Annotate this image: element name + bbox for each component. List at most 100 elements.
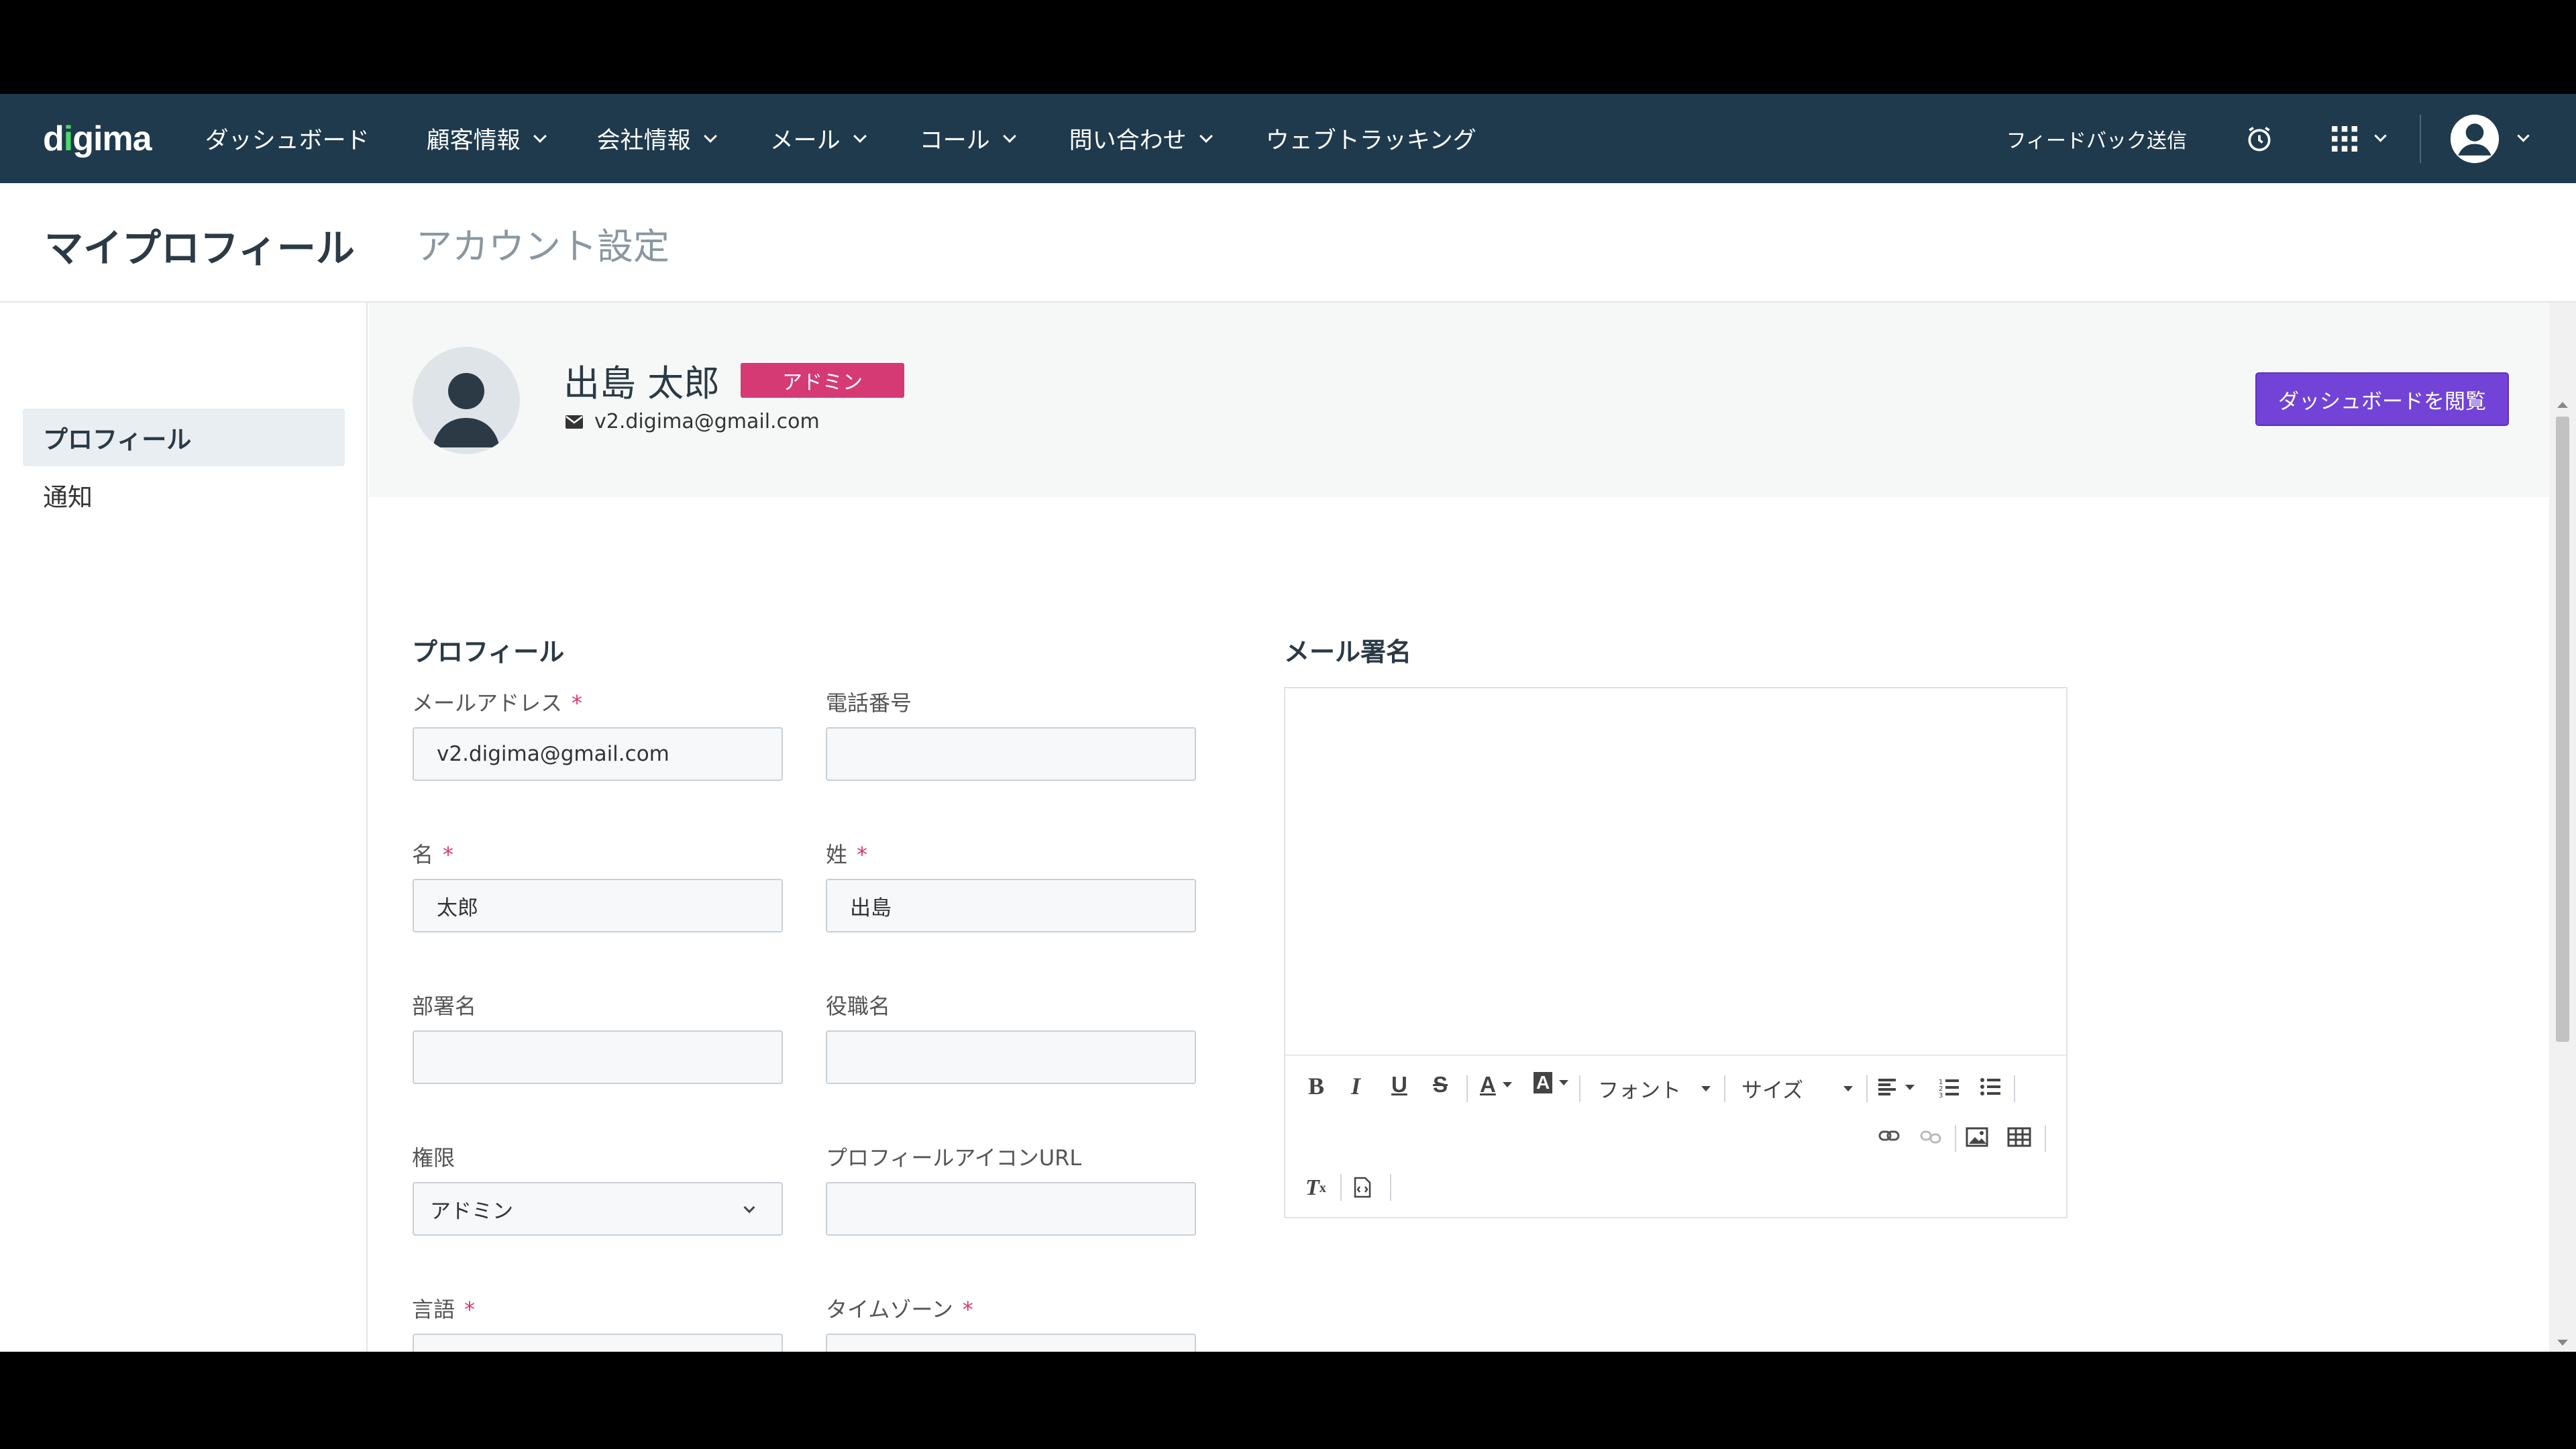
- scroll-down-icon[interactable]: [2557, 1340, 2568, 1346]
- nav-item-companies[interactable]: 会社情報: [596, 121, 717, 156]
- nav-item-dashboard[interactable]: ダッシュボード: [205, 121, 370, 156]
- nav-item-mail[interactable]: メール: [769, 121, 867, 156]
- toolbar-divider: [1466, 1075, 1468, 1102]
- role-badge: アドミン: [741, 363, 904, 398]
- feedback-link[interactable]: フィードバック送信: [2006, 124, 2187, 154]
- envelope-icon: [566, 415, 583, 429]
- language-select[interactable]: 日本語: [413, 1334, 783, 1352]
- svg-text:3: 3: [1939, 1092, 1943, 1097]
- page-scrollbar[interactable]: [2549, 303, 2576, 1352]
- chevron-down-icon: [853, 129, 867, 143]
- email-field[interactable]: v2.digima@gmail.com: [413, 727, 783, 781]
- icon-url-field[interactable]: [826, 1182, 1196, 1236]
- user-menu-button[interactable]: [2449, 113, 2530, 164]
- timezone-select[interactable]: アジア／東京: [826, 1334, 1196, 1352]
- last-name-label: 姓 *: [826, 842, 868, 867]
- nav-label: コール: [919, 127, 990, 154]
- toolbar-divider: [1390, 1174, 1391, 1201]
- icon-url-label: プロフィールアイコンURL: [826, 1145, 1082, 1171]
- strikethrough-icon[interactable]: S: [1433, 1072, 1448, 1097]
- apps-grid-icon: [2332, 125, 2357, 152]
- user-silhouette-icon: [433, 373, 500, 447]
- link-icon[interactable]: [1878, 1130, 1900, 1142]
- scroll-up-icon[interactable]: [2557, 402, 2568, 408]
- chevron-down-icon: [2517, 129, 2530, 142]
- logo-text: digima: [43, 119, 152, 158]
- phone-field[interactable]: [826, 727, 1196, 781]
- tab-account-settings[interactable]: アカウント設定: [416, 217, 669, 270]
- toolbar-divider: [1579, 1075, 1580, 1102]
- permission-select[interactable]: アドミン: [413, 1182, 783, 1236]
- toolbar-divider: [2014, 1075, 2015, 1102]
- profile-section-title: プロフィール: [412, 637, 565, 667]
- italic-icon[interactable]: I: [1351, 1072, 1360, 1100]
- department-field[interactable]: [413, 1030, 783, 1084]
- email-label: メールアドレス *: [412, 690, 583, 716]
- nav-label: メール: [769, 127, 841, 154]
- user-name: 出島 太郎: [564, 362, 720, 405]
- toolbar-divider: [1340, 1174, 1342, 1201]
- alarm-clock-icon[interactable]: [2245, 124, 2274, 154]
- chevron-down-icon: [533, 129, 547, 143]
- align-icon[interactable]: [1878, 1079, 1915, 1096]
- main-nav: ダッシュボード 顧客情報 会社情報 メール コール 問い合わせ ウェブトラッキン…: [166, 121, 1477, 156]
- unlink-icon[interactable]: [1920, 1130, 1941, 1144]
- avatar: [413, 347, 520, 454]
- signature-editor: B I U S A A フォント サイズ 123 T x: [1284, 687, 2068, 1218]
- last-name-field[interactable]: 出島: [826, 879, 1196, 932]
- table-icon[interactable]: [2007, 1127, 2031, 1147]
- signature-section-title: メール署名: [1284, 637, 1412, 667]
- first-name-label: 名 *: [412, 842, 454, 867]
- nav-label: ダッシュボード: [205, 127, 370, 154]
- chevron-down-icon: [1199, 129, 1213, 143]
- nav-item-web-tracking[interactable]: ウェブトラッキング: [1266, 121, 1477, 156]
- nav-label: 会社情報: [596, 127, 691, 154]
- sidebar-item-profile[interactable]: プロフィール: [23, 409, 345, 466]
- phone-label: 電話番号: [826, 690, 912, 716]
- apps-grid-button[interactable]: [2332, 125, 2387, 152]
- job-title-field[interactable]: [826, 1030, 1196, 1084]
- background-color-icon[interactable]: A: [1534, 1072, 1569, 1093]
- nav-right-group: フィードバック送信: [2006, 94, 2576, 183]
- settings-sidebar: プロフィール 通知: [0, 303, 368, 1352]
- bullet-list-icon[interactable]: [1980, 1077, 2000, 1096]
- permission-label: 権限: [412, 1145, 455, 1171]
- nav-label: ウェブトラッキング: [1265, 127, 1477, 154]
- first-name-field[interactable]: 太郎: [413, 879, 783, 932]
- nav-item-call[interactable]: コール: [919, 121, 1016, 156]
- ordered-list-icon[interactable]: 123: [1939, 1077, 1959, 1097]
- nav-label: 顧客情報: [426, 127, 521, 154]
- chevron-down-icon: [1002, 129, 1016, 143]
- nav-item-customers[interactable]: 顧客情報: [426, 121, 547, 156]
- font-dropdown[interactable]: フォント: [1598, 1073, 1711, 1104]
- app-screen: digima ダッシュボード 顧客情報 会社情報 メール コール 問い合わせ ウ…: [0, 94, 2576, 1352]
- job-title-label: 役職名: [826, 994, 891, 1019]
- source-code-icon[interactable]: [1354, 1177, 1371, 1198]
- image-icon[interactable]: [1966, 1127, 1988, 1147]
- bold-icon[interactable]: B: [1308, 1072, 1324, 1100]
- page-title: マイプロフィール: [44, 225, 355, 271]
- signature-text-area[interactable]: [1285, 688, 2066, 1056]
- view-dashboard-button[interactable]: ダッシュボードを閲覧: [2255, 372, 2509, 426]
- nav-label: 問い合わせ: [1069, 127, 1187, 154]
- top-navbar: digima ダッシュボード 顧客情報 会社情報 メール コール 問い合わせ ウ…: [0, 94, 2576, 183]
- size-dropdown[interactable]: サイズ: [1741, 1073, 1854, 1104]
- toolbar-divider: [1955, 1125, 1956, 1152]
- app-logo[interactable]: digima: [43, 119, 152, 159]
- timezone-label: タイムゾーン *: [826, 1297, 973, 1322]
- nav-item-inquiries[interactable]: 問い合わせ: [1069, 121, 1213, 156]
- department-label: 部署名: [412, 994, 477, 1019]
- toolbar-divider: [2045, 1125, 2046, 1152]
- user-email: v2.digima@gmail.com: [594, 410, 820, 433]
- underline-icon[interactable]: U: [1391, 1072, 1407, 1097]
- sidebar-item-notifications[interactable]: 通知: [23, 466, 345, 524]
- nav-divider: [2420, 114, 2421, 163]
- clear-format-icon[interactable]: Tx: [1305, 1175, 1326, 1201]
- scroll-thumb[interactable]: [2556, 417, 2569, 1042]
- text-color-icon[interactable]: A: [1480, 1072, 1512, 1097]
- user-email-row: v2.digima@gmail.com: [565, 410, 820, 433]
- main-content: 出島 太郎 アドミン v2.digima@gmail.com ダッシュボードを閲…: [369, 303, 2549, 1352]
- chevron-down-icon: [2374, 129, 2387, 142]
- page-header: マイプロフィール アカウント設定: [0, 183, 2576, 303]
- chevron-down-icon: [743, 1201, 755, 1214]
